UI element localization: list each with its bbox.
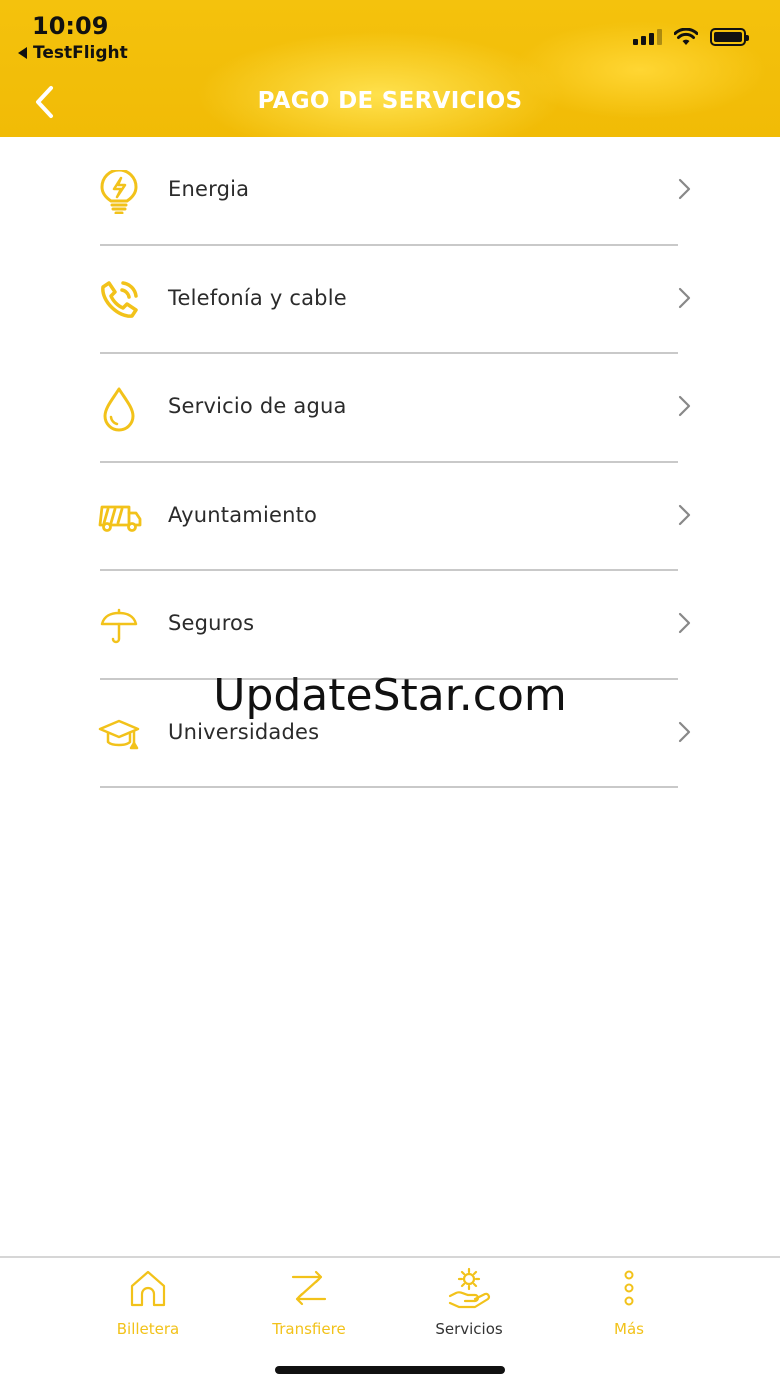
signal-icon	[633, 29, 662, 45]
service-item-energia[interactable]: Energia	[0, 137, 780, 246]
status-icons	[633, 28, 749, 46]
back-app-label: TestFlight	[33, 43, 128, 63]
tab-label: Transfiere	[272, 1320, 346, 1338]
tab-label: Más	[614, 1320, 644, 1338]
tab-mas[interactable]: Más	[569, 1266, 689, 1338]
chevron-right-icon	[678, 504, 691, 525]
phone-icon	[96, 278, 142, 324]
tab-label: Servicios	[435, 1320, 503, 1338]
page-title: PAGO DE SERVICIOS	[257, 88, 523, 114]
service-label: Telefonía y cable	[168, 285, 347, 310]
service-item-agua[interactable]: Servicio de agua	[0, 354, 780, 463]
lightbulb-icon	[96, 169, 142, 215]
transfer-icon	[287, 1266, 331, 1310]
service-item-seguros[interactable]: Seguros	[0, 571, 780, 680]
wifi-icon	[674, 28, 698, 45]
tab-billetera[interactable]: Billetera	[88, 1266, 208, 1338]
water-drop-icon	[96, 386, 142, 432]
service-item-telefonia[interactable]: Telefonía y cable	[0, 246, 780, 354]
services-hand-gear-icon	[447, 1266, 491, 1310]
chevron-right-icon	[678, 721, 691, 742]
watermark-text: UpdateStar.com	[213, 670, 567, 721]
chevron-right-icon	[678, 287, 691, 308]
battery-icon	[710, 28, 749, 46]
umbrella-icon	[96, 603, 142, 649]
app-header: 10:09 TestFlight PAGO DE SERVICIOS	[0, 0, 780, 137]
service-label: Universidades	[168, 719, 320, 744]
service-label: Seguros	[168, 611, 255, 635]
service-item-ayuntamiento[interactable]: Ayuntamiento	[0, 463, 780, 571]
divider	[100, 786, 678, 788]
truck-icon	[96, 495, 142, 541]
home-icon	[126, 1266, 170, 1310]
service-label: Ayuntamiento	[168, 502, 318, 527]
back-to-app-link[interactable]: TestFlight	[18, 43, 128, 63]
back-triangle-icon	[18, 47, 27, 59]
tab-transfiere[interactable]: Transfiere	[249, 1266, 369, 1338]
tab-servicios[interactable]: Servicios	[409, 1266, 529, 1338]
chevron-right-icon	[678, 395, 691, 417]
service-label: Energia	[168, 177, 250, 201]
service-label: Servicio de agua	[168, 394, 347, 418]
status-time: 10:09	[32, 12, 109, 40]
home-indicator[interactable]	[275, 1366, 505, 1374]
chevron-right-icon	[678, 612, 691, 634]
tab-label: Billetera	[116, 1320, 180, 1338]
chevron-right-icon	[678, 178, 691, 200]
more-dots-icon	[607, 1266, 651, 1310]
